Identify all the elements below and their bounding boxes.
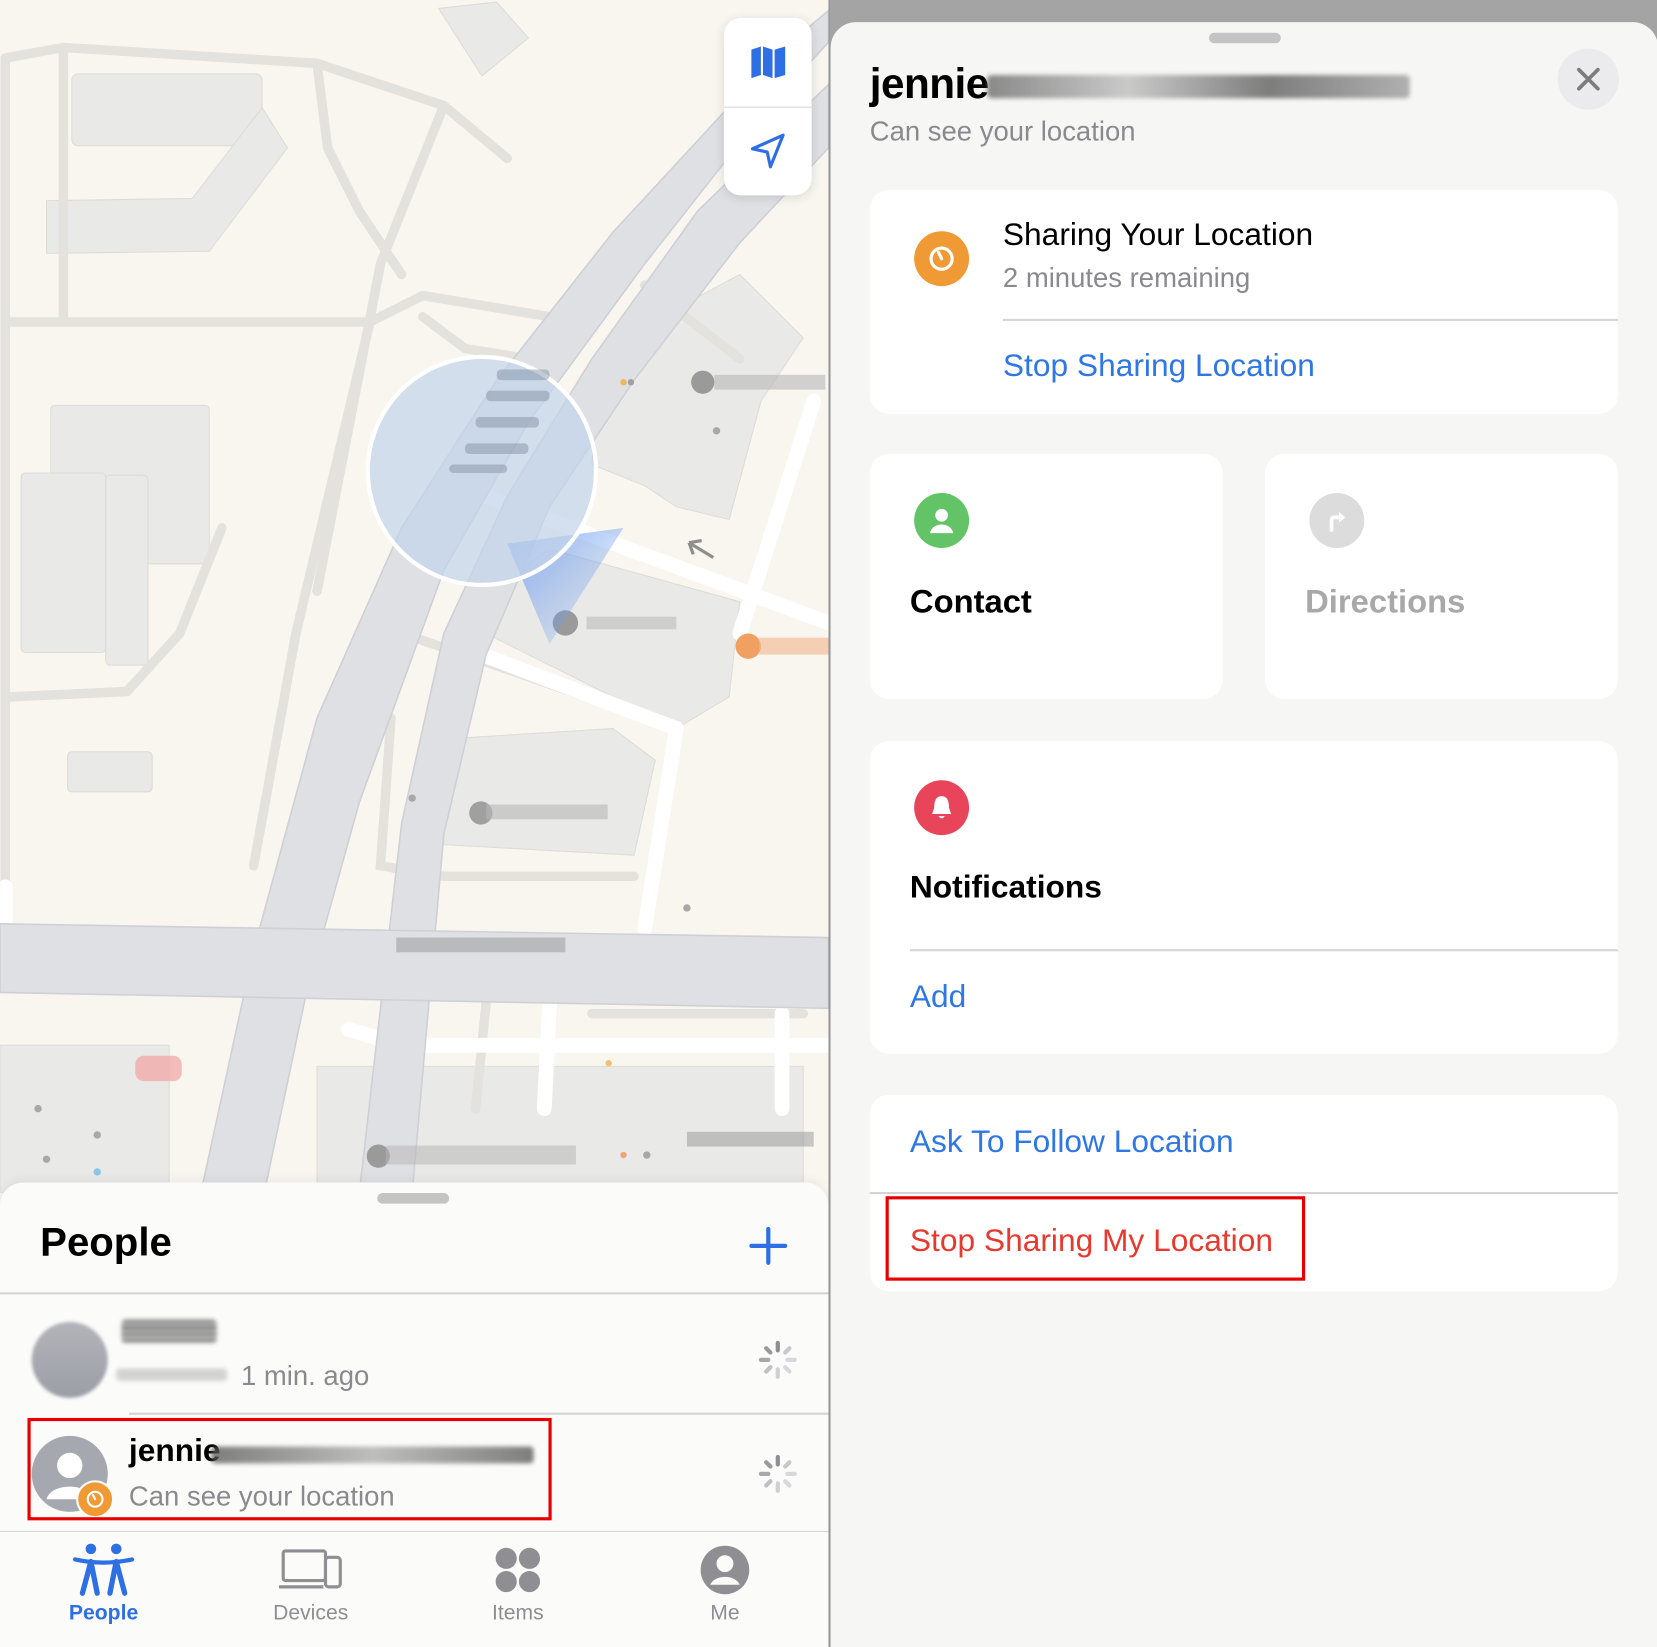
sharing-remaining: 2 minutes remaining <box>1002 261 1251 294</box>
detail-name: jennie <box>869 61 990 108</box>
directions-badge <box>1309 493 1365 548</box>
map-view[interactable] <box>0 0 829 1194</box>
plus-icon <box>749 1226 788 1265</box>
detail-subtitle: Can see your location <box>869 115 1136 147</box>
loading-spinner-icon <box>758 1340 797 1379</box>
map-canvas[interactable] <box>0 0 829 1194</box>
tab-me[interactable]: Me <box>621 1532 828 1647</box>
add-person-button[interactable] <box>745 1223 791 1269</box>
current-location-button[interactable] <box>724 107 812 196</box>
map-controls <box>723 17 812 196</box>
add-notification-button[interactable]: Add <box>910 980 966 1016</box>
directions-label: Directions <box>1305 582 1466 620</box>
tab-label: Devices <box>273 1601 349 1625</box>
stop-sharing-location-button[interactable]: Stop Sharing Location <box>1003 348 1315 384</box>
people-icon <box>72 1543 135 1596</box>
bell-icon <box>932 796 952 819</box>
people-panel: People 1 min. ago jennie Can see your lo… <box>0 0 829 1647</box>
sharing-title: Sharing Your Location <box>1002 217 1314 253</box>
redacted-location <box>116 1368 228 1381</box>
close-icon <box>1577 67 1600 91</box>
devices-icon <box>278 1549 342 1589</box>
sheet-grabber[interactable] <box>1208 32 1281 44</box>
timer-badge <box>914 231 970 287</box>
tab-label: Me <box>710 1601 740 1625</box>
contact-label: Contact <box>909 582 1032 620</box>
people-title: People <box>40 1220 172 1265</box>
directions-button[interactable]: Directions <box>1264 453 1618 699</box>
redacted-name <box>121 1319 217 1343</box>
last-seen: 1 min. ago <box>240 1359 370 1392</box>
notifications-title: Notifications <box>909 869 1102 905</box>
tab-items[interactable]: Items <box>414 1532 621 1647</box>
tab-devices[interactable]: Devices <box>207 1532 414 1647</box>
divider <box>909 949 1618 951</box>
ask-to-follow-button[interactable]: Ask To Follow Location <box>910 1124 1234 1160</box>
person-icon <box>929 508 954 534</box>
highlight-box <box>885 1196 1306 1281</box>
divider <box>869 1191 1618 1194</box>
location-actions-card: Ask To Follow Location Stop Sharing My L… <box>869 1094 1618 1292</box>
tab-label: People <box>68 1601 139 1625</box>
contact-button[interactable]: Contact <box>869 453 1223 699</box>
sharing-card: Sharing Your Location 2 minutes remainin… <box>869 190 1618 414</box>
avatar <box>31 1321 108 1398</box>
person-detail-sheet: jennie Can see your location Sharing You… <box>830 22 1657 1647</box>
map-style-button[interactable] <box>723 18 812 108</box>
tab-people[interactable]: People <box>0 1532 207 1647</box>
directions-arrow-icon <box>1329 512 1346 532</box>
person-row[interactable]: 1 min. ago <box>0 1294 829 1412</box>
timer-icon <box>929 246 954 271</box>
highlight-box <box>27 1417 552 1521</box>
notification-badge <box>914 780 970 836</box>
divider <box>1002 318 1618 321</box>
close-button[interactable] <box>1557 48 1620 110</box>
location-arrow-icon <box>750 133 785 169</box>
tab-label: Items <box>491 1601 544 1625</box>
person-detail-panel: jennie Can see your location Sharing You… <box>828 0 1657 1647</box>
sheet-grabber[interactable] <box>377 1193 450 1204</box>
tab-bar: People Devices Items Me <box>0 1531 829 1647</box>
map-icon <box>750 46 785 79</box>
notifications-card: Notifications Add <box>869 741 1618 1054</box>
redacted-name <box>987 74 1410 99</box>
loading-spinner-icon <box>758 1454 797 1493</box>
contact-badge <box>914 493 970 548</box>
items-icon <box>495 1547 541 1593</box>
me-icon <box>700 1545 750 1595</box>
